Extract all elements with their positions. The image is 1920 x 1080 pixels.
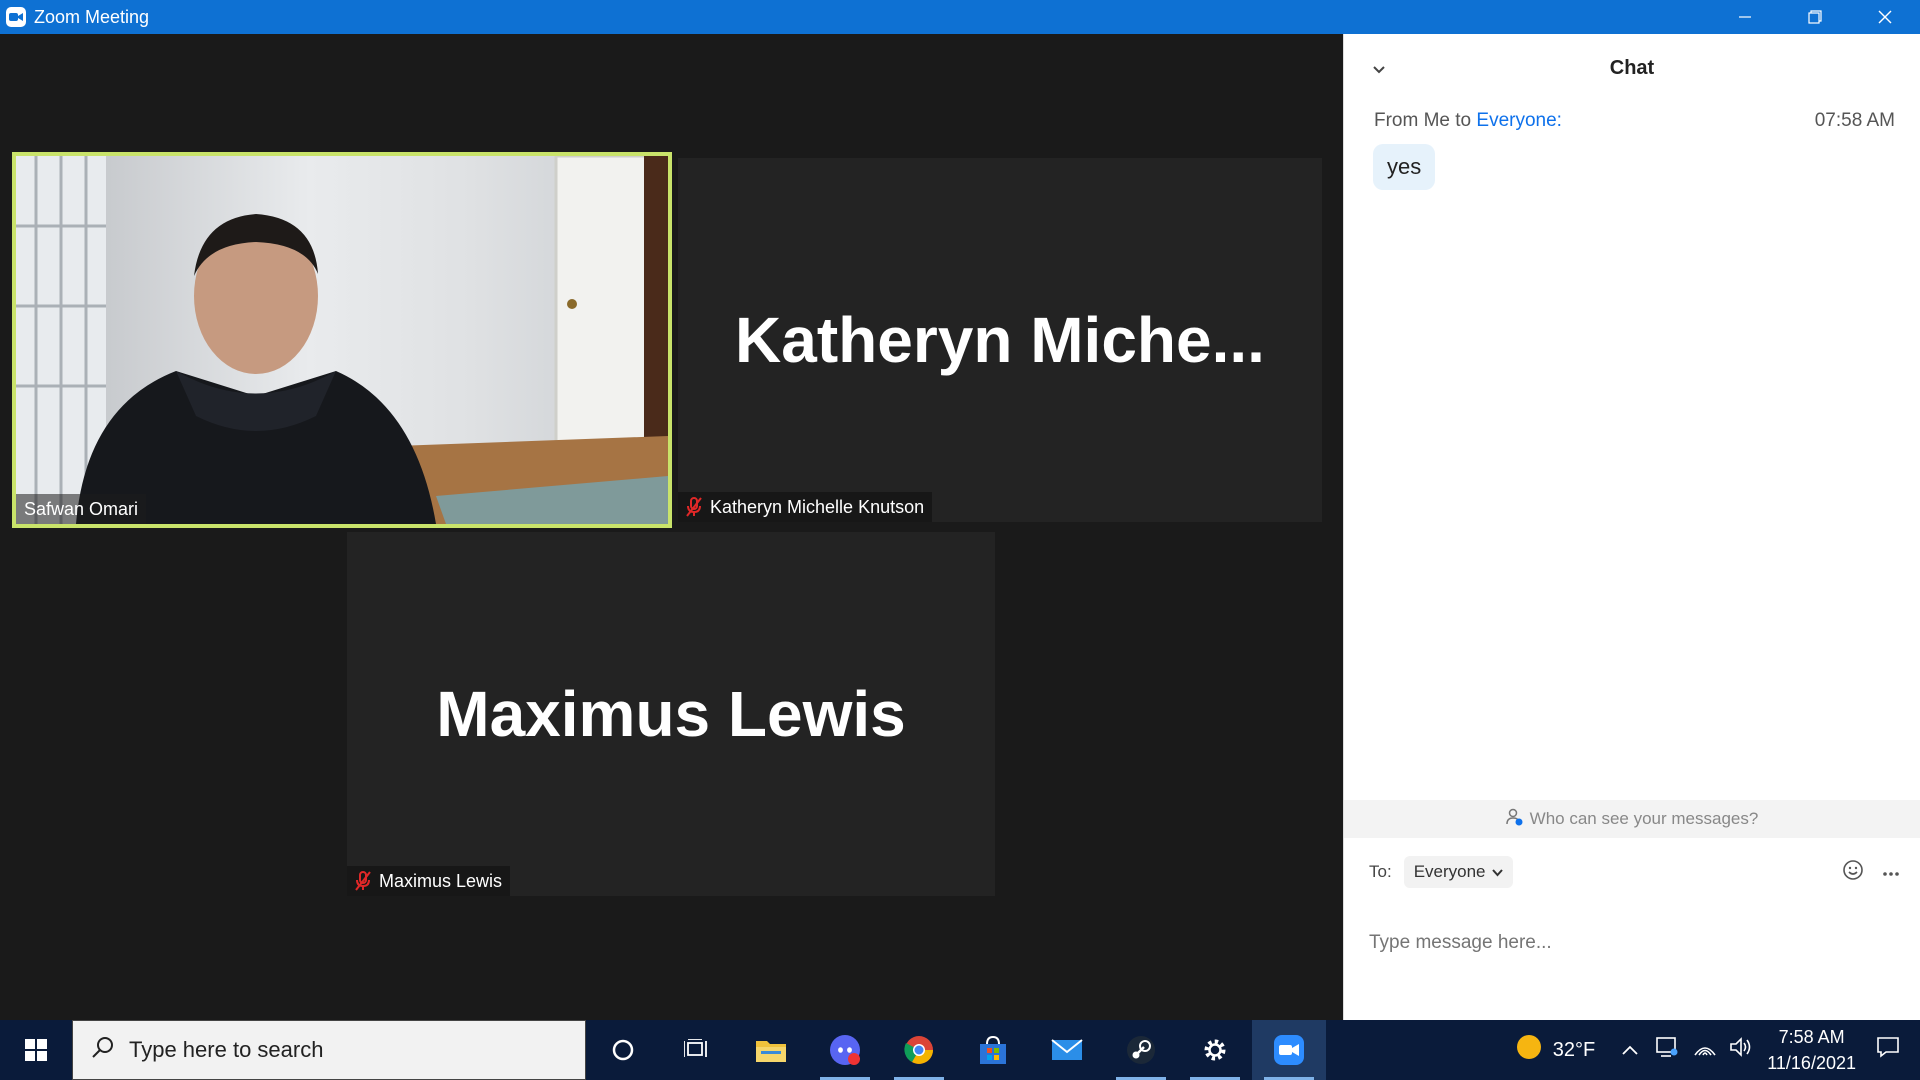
meeting-gallery: Safwan Omari Katheryn Miche... Katheryn … (0, 34, 1343, 1020)
message-time: 07:58 AM (1814, 110, 1895, 131)
clock-date: 11/16/2021 (1767, 1053, 1856, 1073)
cortana-button[interactable] (586, 1020, 660, 1080)
steam-icon (1127, 1036, 1155, 1064)
clock-time: 7:58 AM (1778, 1027, 1845, 1047)
start-button[interactable] (0, 1020, 72, 1080)
chat-message-input[interactable] (1369, 932, 1889, 954)
store-bag-icon (980, 1035, 1006, 1064)
taskbar-file-explorer[interactable] (734, 1020, 808, 1080)
participant-name: Safwan Omari (24, 498, 139, 519)
chat-recipient-row: To: Everyone (1369, 854, 1900, 890)
window-title: Zoom Meeting (34, 6, 150, 27)
window-titlebar: Zoom Meeting (0, 0, 1920, 34)
taskbar-zoom[interactable] (1252, 1020, 1326, 1080)
recipient-value: Everyone (1413, 862, 1486, 881)
windows-logo-icon (25, 1039, 47, 1061)
weather-temperature[interactable]: 32°F (1553, 1039, 1595, 1062)
chat-title: Chat (1609, 56, 1655, 79)
participant-display-name: Katheryn Miche... (735, 304, 1265, 376)
notification-icon[interactable] (1876, 1035, 1900, 1065)
zoom-icon (1274, 1035, 1304, 1065)
chat-header: Chat (1344, 34, 1920, 102)
meet-now-icon[interactable] (1655, 1036, 1679, 1064)
search-icon (91, 1035, 115, 1065)
gear-icon (1204, 1039, 1226, 1061)
participant-name-tag: Safwan Omari (16, 494, 147, 524)
taskbar-clock[interactable]: 7:58 AM 11/16/2021 (1767, 1024, 1856, 1076)
search-placeholder: Type here to search (129, 1037, 324, 1062)
participant-name-tag: Katheryn Michelle Knutson (678, 492, 933, 522)
user-lock-icon (1505, 808, 1524, 831)
chevron-up-icon[interactable] (1621, 1039, 1639, 1062)
mic-muted-icon (355, 871, 371, 891)
participant-name: Maximus Lewis (379, 870, 503, 891)
chevron-down-icon (1491, 862, 1503, 882)
taskbar-settings[interactable] (1178, 1020, 1252, 1080)
chat-panel: Chat From Me to Everyone: 07:58 AM yes W… (1343, 34, 1920, 1020)
taskbar-search-box[interactable]: Type here to search (72, 1020, 586, 1080)
privacy-note-text: Who can see your messages? (1529, 809, 1759, 828)
chrome-icon (904, 1036, 933, 1064)
restore-button[interactable] (1780, 0, 1850, 34)
emoji-icon[interactable] (1842, 859, 1864, 886)
wifi-icon[interactable] (1693, 1037, 1717, 1063)
taskbar-discord[interactable] (808, 1020, 882, 1080)
chat-message-meta: From Me to Everyone: 07:58 AM (1374, 110, 1895, 132)
mic-muted-icon (686, 497, 702, 517)
taskbar-mail[interactable] (1030, 1020, 1104, 1080)
task-view-icon (684, 1039, 707, 1057)
system-tray: 32°F 7:58 AM 11/16/2021 (1515, 1020, 1920, 1080)
recipient-dropdown[interactable]: Everyone (1403, 856, 1513, 888)
chevron-down-icon[interactable] (1372, 58, 1386, 81)
participant-tile-video[interactable]: Safwan Omari (12, 152, 672, 528)
cortana-circle-icon (612, 1039, 634, 1061)
privacy-note[interactable]: Who can see your messages? (1344, 800, 1920, 838)
minimize-button[interactable] (1710, 0, 1780, 34)
taskbar-steam[interactable] (1104, 1020, 1178, 1080)
participant-name-tag: Maximus Lewis (347, 866, 511, 896)
task-view-button[interactable] (660, 1020, 734, 1080)
participant-display-name: Maximus Lewis (436, 678, 906, 750)
weather-sun-icon[interactable] (1515, 1033, 1543, 1067)
chat-message-bubble: yes (1373, 144, 1436, 190)
participant-tile[interactable]: Katheryn Miche... Katheryn Michelle Knut… (678, 158, 1322, 522)
discord-icon (830, 1035, 860, 1065)
windows-taskbar: Type here to search 32°F 7:58 AM 11/16/2… (0, 1020, 1920, 1080)
zoom-app-icon (6, 7, 26, 27)
taskbar-chrome[interactable] (882, 1020, 956, 1080)
to-label: To: (1369, 862, 1392, 881)
message-recipient-link[interactable]: Everyone: (1476, 110, 1562, 131)
participant-name: Katheryn Michelle Knutson (710, 496, 925, 517)
volume-icon[interactable] (1729, 1037, 1753, 1063)
taskbar-store[interactable] (956, 1020, 1030, 1080)
folder-icon (756, 1041, 786, 1062)
message-from: From Me to (1374, 110, 1472, 131)
more-options-icon[interactable] (1882, 862, 1900, 882)
close-button[interactable] (1850, 0, 1920, 34)
participant-tile[interactable]: Maximus Lewis Maximus Lewis (347, 532, 995, 896)
mail-icon (1051, 1039, 1083, 1060)
participant-video (16, 156, 668, 524)
